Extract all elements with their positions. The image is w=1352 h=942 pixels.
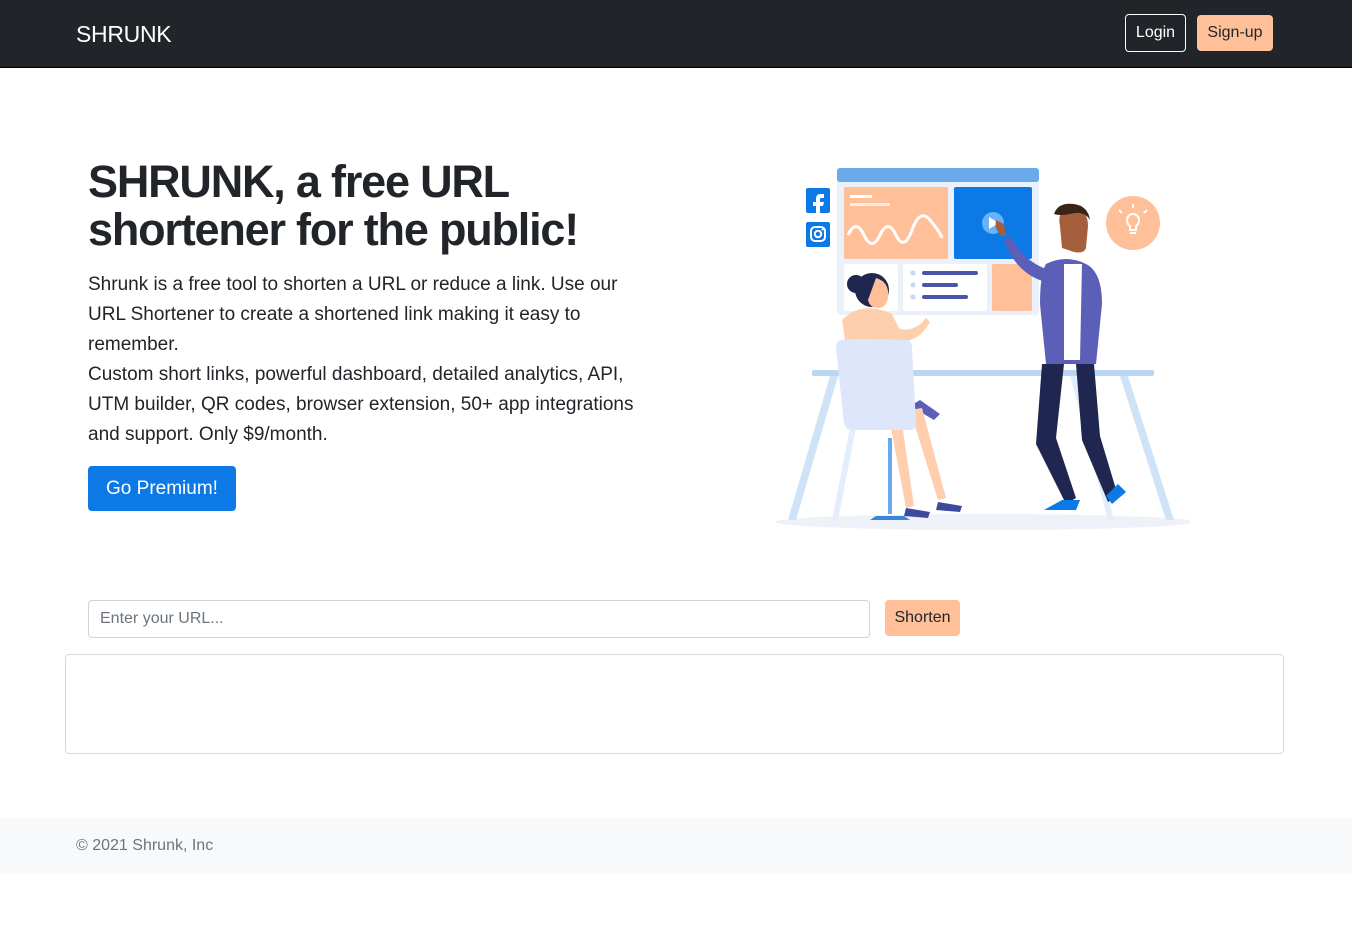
shorten-button[interactable]: Shorten xyxy=(885,600,960,636)
url-input[interactable] xyxy=(88,600,870,638)
facebook-icon xyxy=(806,188,830,215)
footer: © 2021 Shrunk, Inc xyxy=(0,818,1352,874)
lightbulb-icon xyxy=(1106,196,1160,250)
instagram-icon xyxy=(806,222,830,247)
hero-description: Shrunk is a free tool to shorten a URL o… xyxy=(88,274,618,355)
result-box xyxy=(65,654,1284,754)
brand-logo[interactable]: SHRUNK xyxy=(76,19,172,49)
go-premium-button[interactable]: Go Premium! xyxy=(88,466,236,511)
login-button[interactable]: Login xyxy=(1125,14,1186,52)
hero-features: Custom short links, powerful dashboard, … xyxy=(88,364,634,445)
footer-copyright: © 2021 Shrunk, Inc xyxy=(76,837,214,854)
signup-button[interactable]: Sign-up xyxy=(1197,15,1273,51)
hero-title: SHRUNK, a free URL shortener for the pub… xyxy=(88,156,579,255)
hero-illustration xyxy=(775,168,1190,530)
navbar: SHRUNK Login Sign-up xyxy=(0,0,1352,68)
